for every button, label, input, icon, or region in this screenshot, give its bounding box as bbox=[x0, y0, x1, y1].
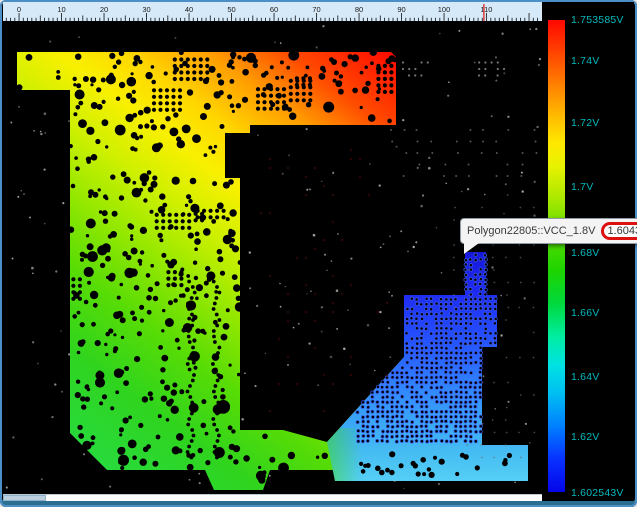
svg-text:0: 0 bbox=[17, 5, 21, 14]
svg-text:70: 70 bbox=[312, 5, 320, 14]
svg-text:80: 80 bbox=[355, 5, 363, 14]
window-frame: 0 10 20 30 40 50 60 70 80 90 100 110 bbox=[0, 0, 637, 507]
svg-text:90: 90 bbox=[397, 5, 405, 14]
colorbar-label: 1.66V bbox=[571, 307, 599, 319]
h-scrollbar[interactable] bbox=[3, 494, 542, 501]
colorbar-label: 1.753585V bbox=[571, 14, 624, 26]
colorbar-label: 1.7V bbox=[571, 181, 593, 193]
h-scrollbar-thumb[interactable] bbox=[3, 495, 46, 501]
colorbar-label: 1.602543V bbox=[571, 487, 624, 499]
svg-text:50: 50 bbox=[227, 5, 235, 14]
colorbar-label: 1.72V bbox=[571, 117, 599, 129]
tooltip-tail bbox=[464, 243, 479, 254]
probe-value-highlight: 1.60439V bbox=[601, 222, 637, 240]
pcb-svg bbox=[3, 21, 542, 494]
svg-text:100: 100 bbox=[438, 5, 451, 14]
colorbar-label: 1.68V bbox=[571, 247, 599, 259]
ruler-cursor-line bbox=[483, 4, 484, 21]
ruler-ticks: 0 10 20 30 40 50 60 70 80 90 100 110 bbox=[3, 2, 542, 21]
colorbar-label: 1.74V bbox=[571, 55, 599, 67]
svg-text:20: 20 bbox=[100, 5, 108, 14]
probe-tooltip: Polygon22805::VCC_1.8V 1.60439V bbox=[460, 218, 637, 244]
svg-text:60: 60 bbox=[270, 5, 278, 14]
probe-net-label: Polygon22805::VCC_1.8V bbox=[467, 225, 595, 237]
layout-canvas[interactable] bbox=[3, 21, 542, 494]
horizontal-ruler: 0 10 20 30 40 50 60 70 80 90 100 110 bbox=[3, 2, 542, 22]
svg-text:40: 40 bbox=[185, 5, 193, 14]
svg-text:10: 10 bbox=[57, 5, 65, 14]
colorbar-label: 1.62V bbox=[571, 431, 599, 443]
svg-text:30: 30 bbox=[142, 5, 150, 14]
voltage-colorbar bbox=[548, 20, 565, 492]
svg-text:110: 110 bbox=[481, 5, 493, 14]
colorbar-label: 1.64V bbox=[571, 371, 599, 383]
